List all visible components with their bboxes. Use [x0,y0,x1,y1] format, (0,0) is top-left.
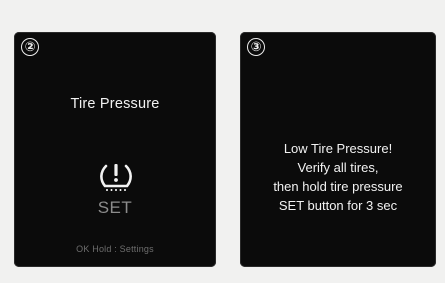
step-number-badge: ③ [247,38,265,56]
warning-line: Verify all tires, [297,160,379,175]
low-tire-pressure-panel: ③ Low Tire Pressure! Verify all tires, t… [240,32,436,267]
warning-line: SET button for 3 sec [278,198,398,213]
tpms-warning-icon [100,164,132,191]
set-label: SET [97,198,133,217]
settings-hint: OK Hold : Settings [76,244,154,254]
warning-line: Low Tire Pressure! [283,141,393,156]
warning-message: Low Tire Pressure! Verify all tires, the… [240,139,436,215]
panel-title: Tire Pressure [70,96,160,112]
step-number-badge: ② [21,38,39,56]
tire-pressure-panel: ② Tire Pressure SET OK Hold : Settings [14,32,216,267]
warning-line: then hold tire pressure [273,179,403,194]
